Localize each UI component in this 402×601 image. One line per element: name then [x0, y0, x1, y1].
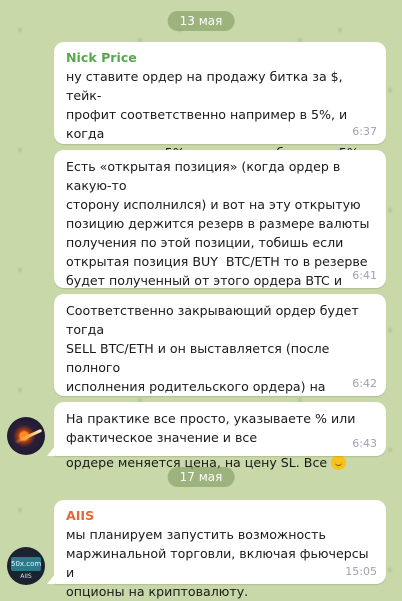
message-bubble[interactable]: Есть «открытая позиция» (когда ордер в к… [54, 150, 386, 326]
message-bubble[interactable]: AIIS мы планируем запустить возможность … [47, 500, 386, 599]
message-time: 6:42 [352, 377, 377, 390]
avatar-logo-sub: AIIS [20, 573, 32, 580]
message-bubble[interactable]: Nick Price ну ставите ордер на продажу б… [54, 42, 386, 179]
slightly-smiling-face-icon [331, 455, 347, 470]
date-separator: 17 мая [167, 467, 235, 487]
message-text: мы планируем запустить возможность маржи… [66, 527, 369, 599]
message-time: 6:37 [352, 125, 377, 138]
date-separator: 13 мая [167, 11, 235, 31]
message-bubble[interactable]: На практике все просто, указываете % или… [47, 402, 386, 456]
message-time: 6:43 [352, 437, 377, 450]
avatar-logo-label: 50x.com [11, 557, 41, 571]
user-avatar[interactable] [7, 417, 45, 455]
user-avatar[interactable]: 50x.com AIIS [7, 547, 45, 585]
sender-name[interactable]: Nick Price [66, 49, 376, 67]
message-text: На практике все просто, указываете % или… [66, 411, 356, 445]
sender-name[interactable]: AIIS [66, 507, 376, 525]
message-time: 6:41 [352, 269, 377, 282]
comet-icon [13, 428, 43, 445]
message-bubble[interactable]: Соответственно закрывающий ордер будет т… [54, 294, 386, 470]
message-time: 15:05 [345, 565, 377, 578]
